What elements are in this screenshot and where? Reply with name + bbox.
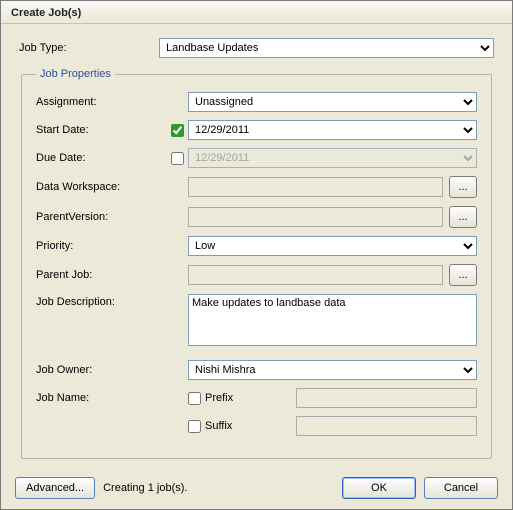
job-type-label: Job Type: (19, 42, 159, 54)
start-date-field[interactable]: 12/29/2011 (188, 120, 477, 140)
assignment-label: Assignment: (36, 96, 166, 108)
due-date-field: 12/29/2011 (188, 148, 477, 168)
priority-select[interactable]: Low (188, 236, 477, 256)
prefix-label: Prefix (205, 392, 233, 404)
owner-label: Job Owner: (36, 364, 166, 376)
job-name-label: Job Name: (36, 392, 166, 404)
data-workspace-browse-button[interactable]: ... (449, 176, 477, 198)
data-workspace-label: Data Workspace: (36, 181, 166, 193)
parent-version-field (188, 207, 443, 227)
create-job-dialog: Create Job(s) Job Type: Landbase Updates… (0, 0, 513, 510)
description-textarea[interactable] (188, 294, 477, 346)
suffix-label: Suffix (205, 420, 232, 432)
parent-version-label: ParentVersion: (36, 211, 166, 223)
start-date-checkbox[interactable] (171, 124, 184, 137)
owner-select[interactable]: Nishi Mishra (188, 360, 477, 380)
prefix-checkbox[interactable] (188, 392, 201, 405)
description-label: Job Description: (36, 294, 166, 308)
status-text: Creating 1 job(s). (103, 482, 187, 494)
dialog-title: Create Job(s) (1, 1, 512, 24)
dialog-content: Job Type: Landbase Updates Job Propertie… (1, 24, 512, 471)
job-type-select[interactable]: Landbase Updates (159, 38, 494, 58)
job-properties-group: Job Properties Assignment: Unassigned St… (21, 68, 492, 459)
assignment-select[interactable]: Unassigned (188, 92, 477, 112)
priority-label: Priority: (36, 240, 166, 252)
parent-version-browse-button[interactable]: ... (449, 206, 477, 228)
suffix-field (296, 416, 477, 436)
start-date-label: Start Date: (36, 124, 166, 136)
prefix-field (296, 388, 477, 408)
dialog-footer: Advanced... Creating 1 job(s). OK Cancel (1, 471, 512, 509)
data-workspace-field (188, 177, 443, 197)
due-date-checkbox[interactable] (171, 152, 184, 165)
job-properties-legend: Job Properties (36, 68, 115, 80)
suffix-checkbox[interactable] (188, 420, 201, 433)
advanced-button[interactable]: Advanced... (15, 477, 95, 499)
ok-button[interactable]: OK (342, 477, 416, 499)
due-date-label: Due Date: (36, 152, 166, 164)
parent-job-field (188, 265, 443, 285)
cancel-button[interactable]: Cancel (424, 477, 498, 499)
parent-job-browse-button[interactable]: ... (449, 264, 477, 286)
parent-job-label: Parent Job: (36, 269, 166, 281)
